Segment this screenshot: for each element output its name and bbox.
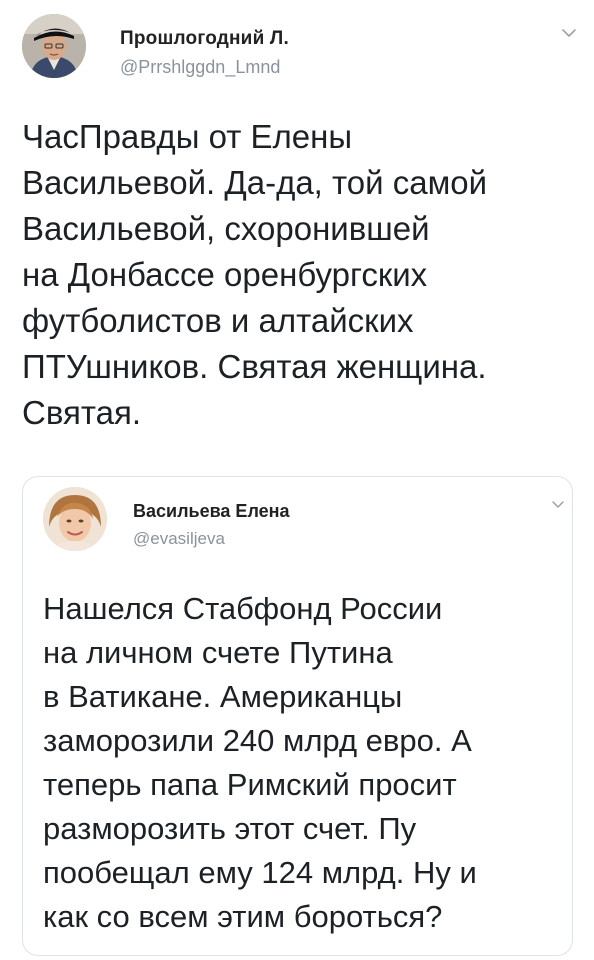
- quoted-tweet-card[interactable]: Васильева Елена @evasiljeva Нашелся Стаб…: [22, 476, 573, 956]
- author-name[interactable]: Прошлогодний Л.: [120, 28, 289, 50]
- author-avatar[interactable]: [22, 14, 86, 78]
- man-in-cap-avatar-icon: [22, 14, 86, 78]
- chevron-down-icon[interactable]: [560, 24, 578, 42]
- author-handle[interactable]: @Prrshlggdn_Lmnd: [120, 57, 280, 78]
- tweet-text: ЧасПравды от Елены Васильевой. Да-да, то…: [22, 118, 488, 431]
- quoted-tweet-text: Нашелся Стабфонд России на личном счете …: [43, 591, 477, 934]
- quoted-author-name[interactable]: Васильева Елена: [133, 501, 290, 522]
- quoted-author-handle[interactable]: @evasiljeva: [133, 529, 225, 549]
- quoted-author-avatar[interactable]: [43, 487, 107, 551]
- chevron-down-icon[interactable]: [550, 497, 566, 513]
- tweet-header: Прошлогодний Л. @Prrshlggdn_Lmnd: [22, 14, 577, 84]
- woman-avatar-icon: [43, 487, 107, 551]
